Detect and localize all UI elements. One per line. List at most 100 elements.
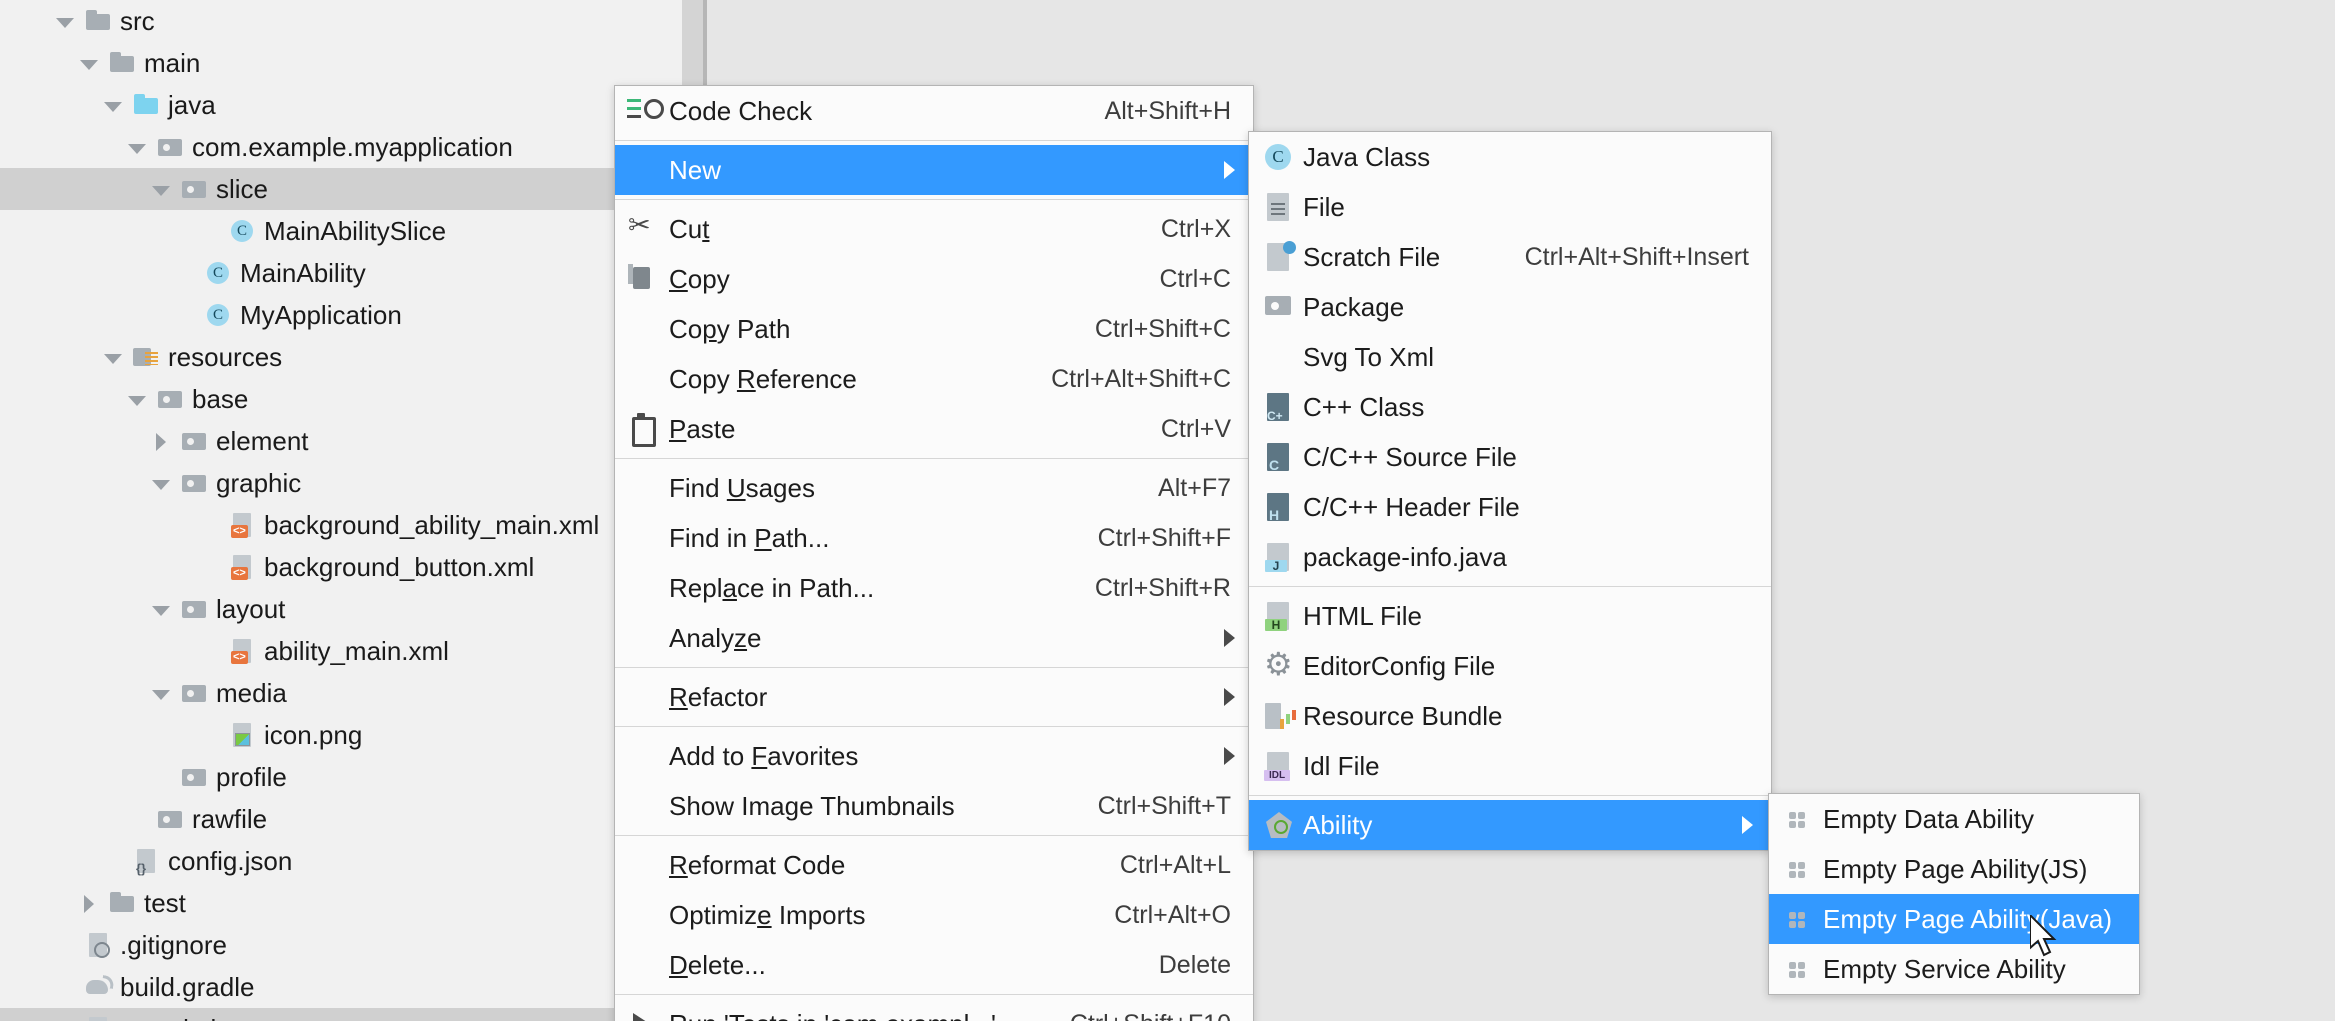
grid-dots-icon: [1779, 803, 1823, 835]
tree-row-label: java: [168, 89, 216, 120]
tree-row[interactable]: java: [0, 84, 682, 126]
tree-twisty-down-icon[interactable]: [124, 386, 150, 412]
tree-row[interactable]: graphic: [0, 462, 682, 504]
tree-row[interactable]: com.example.myapplication: [0, 126, 682, 168]
new-submenu-item[interactable]: C++ Class: [1249, 382, 1771, 432]
new-submenu-item[interactable]: Ability: [1249, 800, 1771, 850]
context-menu-item-label: Code Check: [669, 95, 813, 126]
tree-twisty-down-icon[interactable]: [148, 596, 174, 622]
context-menu-item[interactable]: Copy Reference Ctrl+Alt+Shift+C: [615, 354, 1253, 404]
tree-twisty-down-icon[interactable]: [148, 680, 174, 706]
ability-submenu-item[interactable]: Empty Service Ability: [1769, 944, 2139, 994]
new-submenu-item[interactable]: HTML File: [1249, 591, 1771, 641]
context-menu-item[interactable]: Add to Favorites: [615, 731, 1253, 781]
tree-row[interactable]: background_ability_main.xml: [0, 504, 682, 546]
new-submenu-item-label: package-info.java: [1303, 541, 1507, 572]
tree-twisty-down-icon[interactable]: [148, 176, 174, 202]
new-submenu-item[interactable]: Svg To Xml: [1249, 332, 1771, 382]
tree-twisty-down-icon[interactable]: [100, 92, 126, 118]
tree-twisty-right-icon[interactable]: [148, 428, 174, 454]
tree-row[interactable]: test: [0, 882, 682, 924]
new-submenu-item[interactable]: EditorConfig File: [1249, 641, 1771, 691]
new-submenu-item[interactable]: Package: [1249, 282, 1771, 332]
tree-row[interactable]: MyApplication: [0, 294, 682, 336]
tree-row-label: resources: [168, 341, 283, 372]
context-menu-item[interactable]: Copy Path Ctrl+Shift+C: [615, 304, 1253, 354]
chevron-right-icon: [1224, 688, 1235, 706]
new-submenu-item[interactable]: File: [1249, 182, 1771, 232]
context-menu-item[interactable]: Replace in Path... Ctrl+Shift+R: [615, 563, 1253, 613]
tree-row[interactable]: ability_main.xml: [0, 630, 682, 672]
tree-row[interactable]: base: [0, 378, 682, 420]
new-submenu-item[interactable]: C/C++ Header File: [1249, 482, 1771, 532]
tree-row[interactable]: config.json: [0, 840, 682, 882]
new-submenu-item[interactable]: Scratch File Ctrl+Alt+Shift+Insert: [1249, 232, 1771, 282]
ability-submenu-item-label: Empty Service Ability: [1823, 953, 2066, 984]
ability-submenu-item[interactable]: Empty Page Ability(Java): [1769, 894, 2139, 944]
context-menu-item[interactable]: Paste Ctrl+V: [615, 404, 1253, 454]
grid-dots-icon: [1779, 903, 1823, 935]
menu-icon-placeholder: [625, 949, 669, 981]
tree-row[interactable]: src: [0, 0, 682, 42]
project-tree-panel[interactable]: src main java com.example.myapplication slic…: [0, 0, 682, 1021]
new-submenu-item[interactable]: Idl File: [1249, 741, 1771, 791]
tree-twisty-right-icon[interactable]: [76, 890, 102, 916]
tree-row[interactable]: main: [0, 42, 682, 84]
new-submenu-item[interactable]: Resource Bundle: [1249, 691, 1771, 741]
tree-twisty-down-icon[interactable]: [148, 470, 174, 496]
context-menu-item[interactable]: Cut Ctrl+X: [615, 204, 1253, 254]
context-menu-item-shortcut: Ctrl+C: [1159, 264, 1231, 293]
context-menu-item[interactable]: Code Check Alt+Shift+H: [615, 86, 1253, 136]
menu-icon-placeholder: [625, 899, 669, 931]
tree-twisty-down-icon[interactable]: [100, 344, 126, 370]
new-submenu-item-label: Package: [1303, 291, 1405, 322]
folder-plain-icon: [84, 7, 112, 35]
tree-row[interactable]: .gitignore: [0, 924, 682, 966]
tree-row-label: .gitignore: [120, 929, 227, 960]
context-menu-item[interactable]: Show Image Thumbnails Ctrl+Shift+T: [615, 781, 1253, 831]
ability-submenu-item[interactable]: Empty Page Ability(JS): [1769, 844, 2139, 894]
menu-separator: [1249, 586, 1771, 587]
new-submenu[interactable]: Java Class File Scratch File Ctrl+Alt+Shift…: [1248, 131, 1772, 851]
folder-plain-icon: [108, 889, 136, 917]
menu-separator: [1249, 795, 1771, 796]
context-menu-item[interactable]: Find Usages Alt+F7: [615, 463, 1253, 513]
context-menu-item[interactable]: Run 'Tests in 'com.exampl...' Ctrl+Shift+…: [615, 999, 1253, 1021]
tree-row[interactable]: icon.png: [0, 714, 682, 756]
context-menu-item[interactable]: Refactor: [615, 672, 1253, 722]
tree-twisty-down-icon[interactable]: [76, 50, 102, 76]
tree-row[interactable]: MainAbilitySlice: [0, 210, 682, 252]
tree-row[interactable]: slice: [0, 168, 682, 210]
tree-row-label: entry.iml: [120, 1014, 216, 1021]
context-menu[interactable]: Code Check Alt+Shift+H New Cut Ctrl+X Copy Ctr…: [614, 85, 1254, 1021]
context-menu-item[interactable]: Reformat Code Ctrl+Alt+L: [615, 840, 1253, 890]
tree-row[interactable]: element: [0, 420, 682, 462]
gear-icon: [1259, 645, 1303, 683]
context-menu-item[interactable]: Copy Ctrl+C: [615, 254, 1253, 304]
ability-submenu-item[interactable]: Empty Data Ability: [1769, 794, 2139, 844]
tree-row[interactable]: build.gradle: [0, 966, 682, 1008]
tree-row[interactable]: entry.iml: [0, 1008, 682, 1021]
context-menu-item[interactable]: Delete... Delete: [615, 940, 1253, 990]
tree-row[interactable]: profile: [0, 756, 682, 798]
tree-row[interactable]: background_button.xml: [0, 546, 682, 588]
context-menu-item[interactable]: Find in Path... Ctrl+Shift+F: [615, 513, 1253, 563]
new-submenu-item[interactable]: C/C++ Source File: [1249, 432, 1771, 482]
context-menu-item[interactable]: Analyze: [615, 613, 1253, 663]
ability-submenu[interactable]: Empty Data Ability Empty Page Ability(JS)…: [1768, 793, 2140, 995]
context-menu-item[interactable]: New: [615, 145, 1253, 195]
new-submenu-item[interactable]: Java Class: [1249, 132, 1771, 182]
tree-row[interactable]: layout: [0, 588, 682, 630]
context-menu-item[interactable]: Optimize Imports Ctrl+Alt+O: [615, 890, 1253, 940]
tree-row[interactable]: MainAbility: [0, 252, 682, 294]
new-submenu-item[interactable]: package-info.java: [1249, 532, 1771, 582]
resource-bundle-icon: [1259, 700, 1303, 732]
tree-row[interactable]: rawfile: [0, 798, 682, 840]
tree-twisty-down-icon[interactable]: [124, 134, 150, 160]
tree-row[interactable]: media: [0, 672, 682, 714]
tree-twisty-down-icon[interactable]: [52, 8, 78, 34]
tree-row[interactable]: resources: [0, 336, 682, 378]
context-menu-item-shortcut: Ctrl+Shift+F10: [1070, 1010, 1231, 1021]
